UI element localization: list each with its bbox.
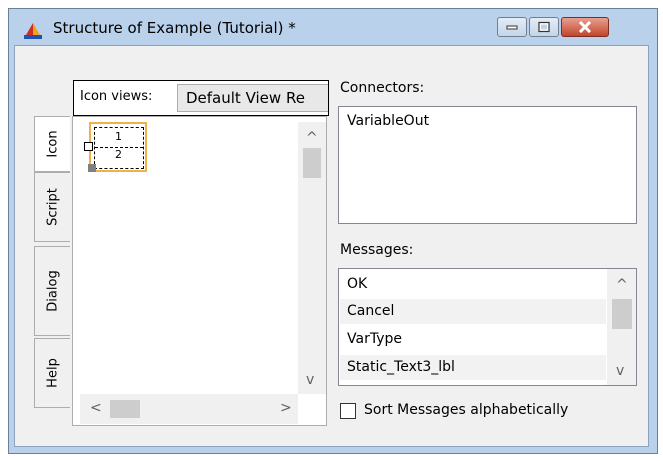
vertical-scroll-thumb[interactable] xyxy=(303,148,321,178)
symbol-icon[interactable]: 1 2 xyxy=(94,127,144,169)
message-item-ok[interactable]: OK xyxy=(340,272,606,297)
close-icon xyxy=(578,21,592,33)
messages-scroll-up-icon[interactable]: ^ xyxy=(616,277,628,293)
scroll-left-arrow-icon[interactable]: < xyxy=(90,400,102,416)
tab-script-label: Script xyxy=(45,188,60,226)
connector-port[interactable] xyxy=(84,142,93,151)
tab-dialog-label: Dialog xyxy=(45,270,60,312)
tab-dialog[interactable]: Dialog xyxy=(34,246,70,336)
canvas-vertical-scrollbar[interactable]: ^ v xyxy=(298,122,326,394)
scroll-down-arrow-icon[interactable]: v xyxy=(306,372,314,388)
connector-item[interactable]: VariableOut xyxy=(347,113,429,129)
tab-script[interactable]: Script xyxy=(34,172,70,242)
symbol-number-top: 1 xyxy=(115,130,122,143)
tab-help-label: Help xyxy=(45,358,60,388)
canvas-horizontal-scrollbar[interactable]: < > xyxy=(80,394,298,424)
icon-views-label: Icon views: xyxy=(80,89,153,104)
title-bar[interactable]: Structure of Example (Tutorial) * xyxy=(9,9,657,45)
tab-help[interactable]: Help xyxy=(34,338,70,408)
messages-scroll-thumb[interactable] xyxy=(612,299,632,329)
message-item-static-text3-lbl[interactable]: Static_Text3_lbl xyxy=(340,355,606,380)
tab-icon[interactable]: Icon xyxy=(34,116,70,172)
scroll-right-arrow-icon[interactable]: > xyxy=(280,400,292,416)
maximize-icon xyxy=(538,21,550,33)
connectors-list[interactable]: VariableOut xyxy=(338,106,637,224)
minimize-button[interactable] xyxy=(497,17,527,37)
symbol-resize-handle[interactable] xyxy=(88,164,96,172)
message-item-cancel[interactable]: Cancel xyxy=(340,299,606,324)
icon-views-bar: Icon views: Default View Re xyxy=(73,80,329,116)
close-button[interactable] xyxy=(561,17,609,37)
horizontal-scroll-thumb[interactable] xyxy=(110,400,140,418)
message-item-vartype[interactable]: VarType xyxy=(340,327,606,352)
minimize-icon xyxy=(506,25,518,30)
symbol-number-bottom: 2 xyxy=(115,148,122,161)
connectors-label: Connectors: xyxy=(340,80,425,96)
structure-app-icon xyxy=(24,23,42,39)
tab-icon-label: Icon xyxy=(45,130,60,158)
messages-scrollbar[interactable]: ^ v xyxy=(607,269,636,385)
sort-messages-label[interactable]: Sort Messages alphabetically xyxy=(364,402,568,418)
messages-list[interactable]: OK Cancel VarType Static_Text3_lbl ^ v xyxy=(338,268,637,386)
sort-messages-checkbox[interactable] xyxy=(340,403,356,419)
messages-label: Messages: xyxy=(340,242,414,258)
maximize-button[interactable] xyxy=(529,17,559,37)
scroll-up-arrow-icon[interactable]: ^ xyxy=(306,130,318,146)
window-title: Structure of Example (Tutorial) * xyxy=(53,19,296,37)
messages-scroll-down-icon[interactable]: v xyxy=(616,363,624,379)
icon-views-dropdown[interactable]: Default View Re xyxy=(177,84,328,112)
